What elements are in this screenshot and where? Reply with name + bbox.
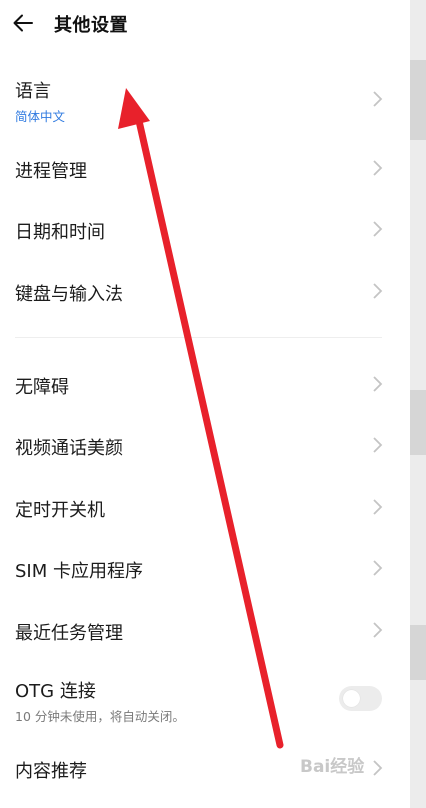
settings-item-label: 键盘与输入法: [15, 284, 123, 305]
chevron-right-icon: [373, 283, 383, 299]
back-arrow-icon[interactable]: [10, 10, 36, 36]
chevron-right-icon: [373, 499, 383, 515]
settings-item-label: 日期和时间: [15, 222, 105, 243]
section-divider: [15, 337, 382, 338]
settings-item-label: 进程管理: [15, 161, 87, 182]
otg-description: 10 分钟未使用，将自动关闭。: [15, 709, 185, 724]
settings-item-label: 视频通话美颜: [15, 438, 123, 459]
header: 其他设置: [0, 0, 410, 48]
settings-item-label: 最近任务管理: [15, 623, 123, 644]
toggle-knob: [343, 690, 360, 707]
watermark: Bai经验: [300, 757, 365, 777]
settings-item-video-call-beauty[interactable]: 视频通话美颜: [0, 415, 410, 475]
chevron-right-icon: [373, 221, 383, 237]
settings-item-label: 定时开关机: [15, 500, 105, 521]
settings-item-process-management[interactable]: 进程管理: [0, 138, 410, 198]
settings-item-label: 无障碍: [15, 377, 69, 398]
chevron-right-icon: [373, 91, 383, 107]
settings-item-accessibility[interactable]: 无障碍: [0, 354, 410, 414]
chevron-right-icon: [373, 760, 383, 776]
settings-item-label: OTG 连接: [15, 681, 96, 702]
other-settings-screen: 其他设置 语言 简体中文 进程管理 日期和时间 键盘与输入法 无障碍 视频通话美…: [0, 0, 410, 808]
language-current-value: 简体中文: [15, 109, 66, 124]
settings-item-language[interactable]: 语言 简体中文: [0, 68, 410, 132]
chevron-right-icon: [373, 376, 383, 392]
settings-item-date-time[interactable]: 日期和时间: [0, 199, 410, 259]
settings-item-label: SIM 卡应用程序: [15, 561, 143, 582]
chevron-right-icon: [373, 437, 383, 453]
chevron-right-icon: [373, 622, 383, 638]
page-title: 其他设置: [54, 15, 128, 36]
otg-toggle[interactable]: [339, 686, 382, 711]
settings-item-label: 语言: [15, 81, 51, 102]
chevron-right-icon: [373, 560, 383, 576]
settings-item-sim-apps[interactable]: SIM 卡应用程序: [0, 538, 410, 598]
settings-item-label: 内容推荐: [15, 761, 87, 782]
settings-item-recent-tasks[interactable]: 最近任务管理: [0, 600, 410, 660]
settings-item-scheduled-power[interactable]: 定时开关机: [0, 477, 410, 537]
chevron-right-icon: [373, 160, 383, 176]
background-window-strip: [410, 0, 426, 808]
settings-item-keyboard-input[interactable]: 键盘与输入法: [0, 261, 410, 321]
